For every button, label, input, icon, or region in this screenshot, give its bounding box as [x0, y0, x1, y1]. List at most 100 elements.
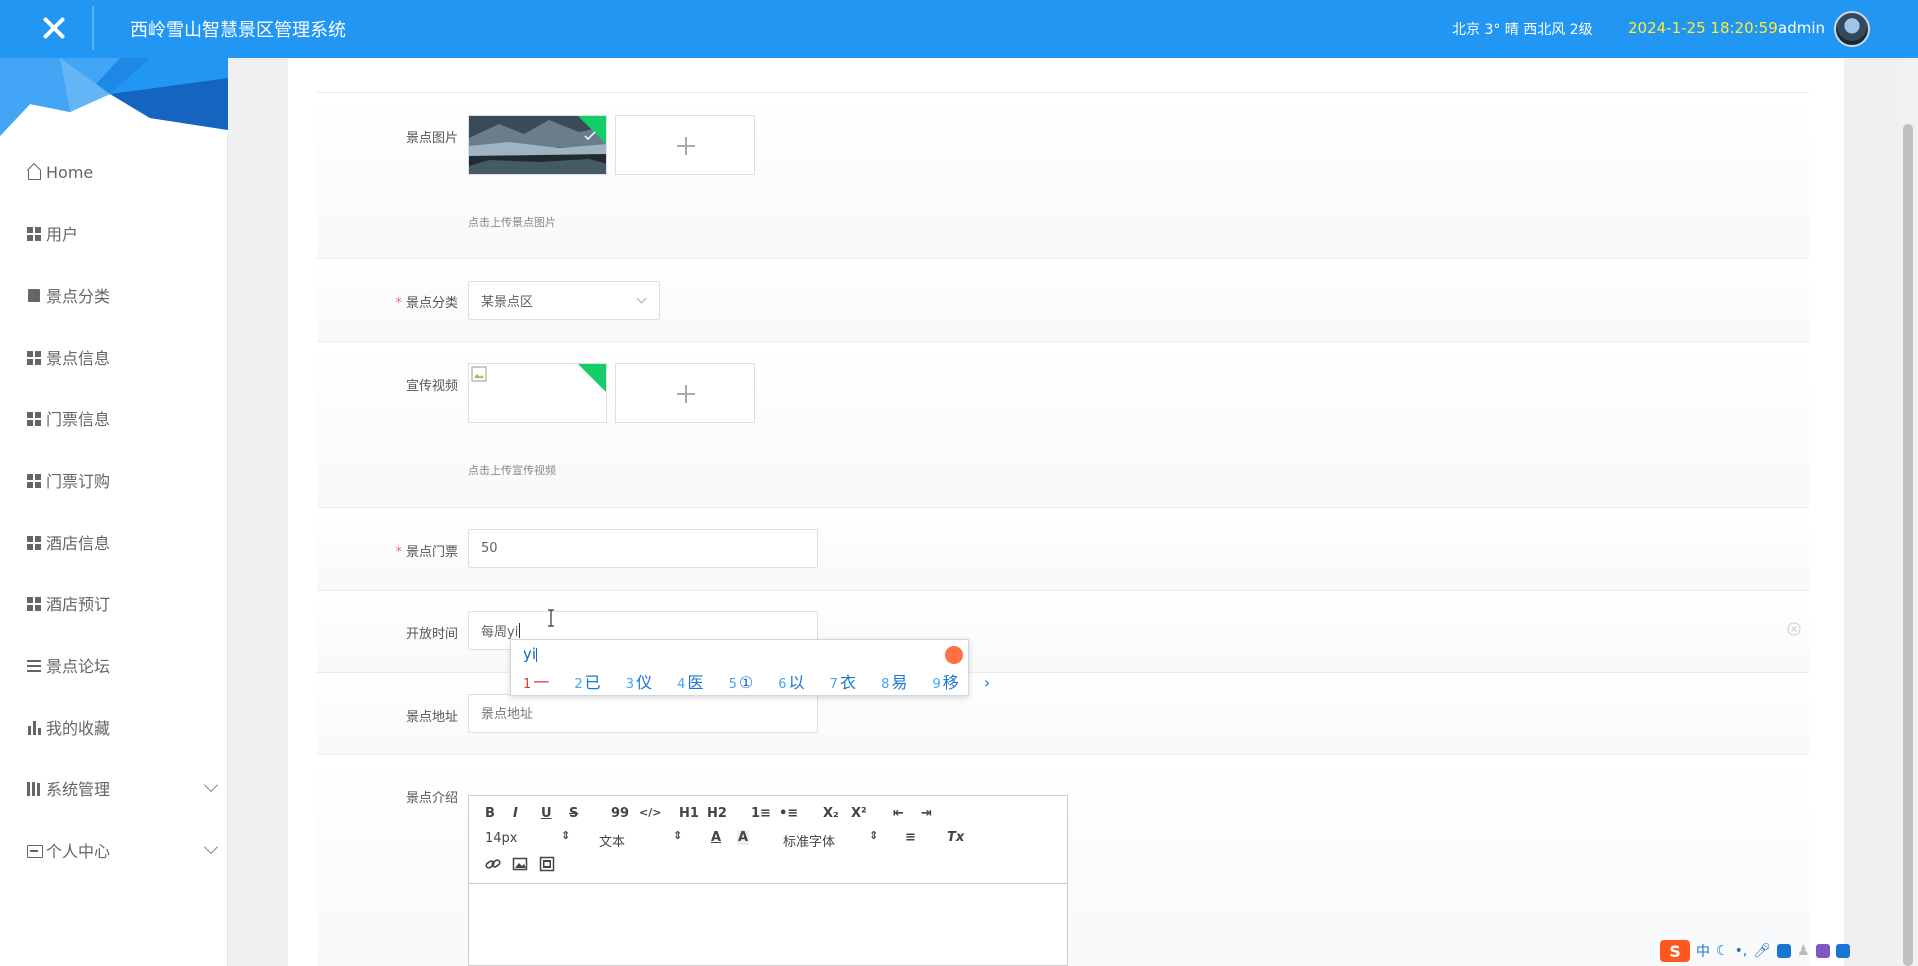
- video-icon[interactable]: [539, 856, 555, 872]
- sidebar-item-home[interactable]: Home: [26, 160, 216, 184]
- sidebar-item-label: 景点信息: [46, 349, 111, 368]
- ticket-input[interactable]: 50: [468, 529, 818, 568]
- ime-candidate[interactable]: 6以: [778, 673, 814, 692]
- clear-format-button[interactable]: Tx: [947, 830, 964, 845]
- ime-candidate-text: 仪: [636, 673, 653, 692]
- bar-chart-icon: [26, 719, 42, 735]
- ime-candidate-popup: yi 1一 2已 3仪 4医 5① 6以 7衣 8易 9移 ›: [510, 639, 990, 696]
- sogou-logo-icon[interactable]: S: [1660, 940, 1690, 962]
- category-select[interactable]: 某景点区: [468, 281, 660, 320]
- italic-button[interactable]: I: [513, 806, 518, 821]
- ordered-list-button[interactable]: 1≡: [751, 806, 771, 821]
- ime-candidate[interactable]: 7衣: [830, 673, 866, 692]
- sidebar-item-label: 景点分类: [46, 287, 111, 306]
- datetime: 2024-1-25 18:20:59: [1628, 19, 1778, 37]
- ime-candidate[interactable]: 4医: [677, 673, 713, 692]
- sidebar-item-ticket-info[interactable]: 门票信息: [26, 406, 216, 430]
- ime-composition-text: yi: [523, 645, 537, 663]
- bg-color-button[interactable]: A: [737, 830, 750, 845]
- sidebar-item-forum[interactable]: 景点论坛: [26, 653, 216, 677]
- user-icon[interactable]: ♟: [1797, 943, 1810, 959]
- keyboard-icon[interactable]: [1777, 944, 1792, 958]
- clear-circle-icon[interactable]: [1787, 622, 1801, 636]
- username[interactable]: admin: [1778, 19, 1825, 37]
- text-cursor-icon: [548, 609, 554, 627]
- font-color-button[interactable]: A: [711, 830, 721, 845]
- indent-button[interactable]: ⇥: [921, 806, 932, 821]
- underline-button[interactable]: U: [541, 806, 552, 821]
- shirt-icon[interactable]: [1815, 944, 1830, 958]
- microphone-icon[interactable]: 🎤︎: [1753, 943, 1771, 959]
- sidebar-item-label: 门票信息: [46, 410, 111, 429]
- ime-mode-label[interactable]: 中: [1696, 941, 1710, 961]
- avatar[interactable]: [1834, 11, 1870, 47]
- h2-button[interactable]: H2: [707, 806, 727, 821]
- grid-icon: [26, 472, 42, 488]
- ticket-label-text: 景点门票: [405, 545, 458, 560]
- ime-candidate[interactable]: 3仪: [626, 673, 662, 692]
- ime-candidate[interactable]: 5①: [729, 673, 764, 692]
- sidebar-item-label: 个人中心: [46, 842, 111, 861]
- uploaded-image-thumb[interactable]: [468, 115, 607, 175]
- sidebar-item-scenic-info[interactable]: 景点信息: [26, 345, 216, 369]
- sidebar-item-hotel-booking[interactable]: 酒店预订: [26, 591, 216, 615]
- ime-candidate[interactable]: 8易: [881, 673, 917, 692]
- address-input[interactable]: [468, 694, 818, 733]
- add-image-button[interactable]: [615, 115, 755, 175]
- quote-button[interactable]: 99: [611, 806, 629, 821]
- apps-icon[interactable]: [1835, 944, 1850, 958]
- video-hint: 点击上传宣传视频: [468, 464, 556, 477]
- sidebar-item-label: Home: [46, 162, 94, 182]
- sidebar-item-users[interactable]: 用户: [26, 221, 216, 245]
- subscript-button[interactable]: X₂: [823, 806, 839, 821]
- ime-next-page-button[interactable]: ›: [984, 673, 990, 692]
- page-scrollbar[interactable]: [1898, 58, 1918, 966]
- check-icon: [584, 131, 596, 141]
- ticket-input-value: 50: [481, 541, 498, 556]
- ime-candidate[interactable]: 9移: [932, 673, 968, 692]
- add-video-button[interactable]: [615, 363, 755, 423]
- scrollbar-thumb[interactable]: [1903, 124, 1913, 966]
- broken-image-icon: [471, 366, 487, 382]
- text-caret: [519, 623, 521, 638]
- upload-success-corner: [578, 364, 606, 392]
- sidebar-item-scenic-category[interactable]: 景点分类: [26, 283, 216, 307]
- editor-toolbar: B I U S 99 </> H1 H2 1≡ •≡ X₂ X² ⇤ ⇥ 14p…: [469, 796, 1067, 884]
- image-label: 景点图片: [405, 131, 458, 146]
- ime-candidate[interactable]: 2已: [574, 673, 610, 692]
- bold-button[interactable]: B: [485, 806, 495, 821]
- h1-button[interactable]: H1: [679, 806, 699, 821]
- rich-text-editor[interactable]: B I U S 99 </> H1 H2 1≡ •≡ X₂ X² ⇤ ⇥ 14p…: [468, 795, 1068, 966]
- sidebar-item-favorites[interactable]: 我的收藏: [26, 715, 216, 739]
- moon-icon[interactable]: ☾: [1716, 943, 1729, 959]
- ime-candidate[interactable]: 1一: [523, 673, 559, 692]
- sort-icon: ⇕: [673, 829, 683, 842]
- chevron-down-icon: [636, 293, 647, 304]
- home-icon: [26, 164, 42, 180]
- ime-status-bar: S 中 ☾ •, 🎤︎ ♟: [1660, 939, 1896, 963]
- font-size-select[interactable]: 14px: [485, 831, 518, 846]
- ime-candidate-num: 9: [932, 677, 941, 692]
- superscript-button[interactable]: X²: [851, 806, 867, 821]
- close-icon[interactable]: [36, 10, 72, 46]
- sidebar-item-personal-center[interactable]: 个人中心: [26, 838, 219, 862]
- ime-candidate-num: 2: [574, 677, 583, 692]
- align-button[interactable]: ≡: [905, 830, 916, 845]
- font-family-select[interactable]: 标准字体: [783, 831, 835, 850]
- header-divider: [92, 6, 94, 50]
- punctuation-icon[interactable]: •,: [1735, 943, 1748, 959]
- text-style-select[interactable]: 文本: [599, 831, 625, 850]
- category-select-value: 某景点区: [481, 295, 534, 310]
- code-button[interactable]: </>: [639, 806, 661, 819]
- sidebar-item-system-management[interactable]: 系统管理: [26, 776, 219, 800]
- uploaded-video-thumb[interactable]: [468, 363, 607, 423]
- strike-button[interactable]: S: [569, 806, 578, 821]
- bullet-list-button[interactable]: •≡: [779, 806, 798, 821]
- sidebar-item-ticket-order[interactable]: 门票订购: [26, 468, 216, 492]
- sidebar-item-hotel-info[interactable]: 酒店信息: [26, 530, 216, 554]
- outdent-button[interactable]: ⇤: [893, 806, 904, 821]
- ime-candidate-num: 6: [778, 677, 787, 692]
- link-icon[interactable]: [485, 856, 501, 872]
- image-icon[interactable]: [512, 856, 528, 872]
- form-row-previous: [317, 58, 1809, 93]
